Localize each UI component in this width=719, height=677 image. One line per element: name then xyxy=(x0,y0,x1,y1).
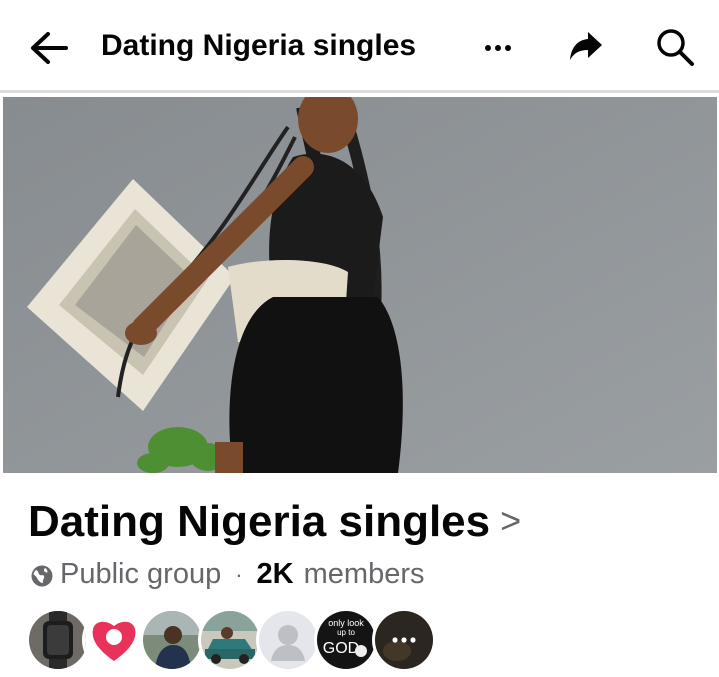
member-count[interactable]: 2K xyxy=(257,558,294,591)
separator-dot: · xyxy=(235,561,243,587)
more-dots-icon-dot-3 xyxy=(410,637,416,643)
members-label[interactable]: members xyxy=(304,558,425,591)
globe-icon xyxy=(30,563,54,587)
group-name-link[interactable]: Dating Nigeria singles > xyxy=(28,497,521,547)
avatar-text-line-1: only look xyxy=(328,618,364,628)
top-app-bar: Dating Nigeria singles xyxy=(0,0,719,93)
privacy-label: Public group xyxy=(60,558,222,590)
search-icon[interactable] xyxy=(654,26,696,68)
cover-photo[interactable] xyxy=(3,97,717,473)
avatar-text-line-2: up to xyxy=(337,628,355,637)
group-name: Dating Nigeria singles xyxy=(28,497,491,546)
member-avatars[interactable]: only look up to GOD xyxy=(26,608,446,672)
avatar-text-line-3: GOD xyxy=(323,640,359,657)
more-dots-icon-dot-1 xyxy=(392,637,398,643)
share-icon[interactable] xyxy=(566,26,606,66)
group-meta: Public group · 2K members xyxy=(30,558,424,591)
avatar-car[interactable] xyxy=(198,608,262,672)
avatar-watch[interactable] xyxy=(26,608,90,672)
more-dots-icon-dot-2 xyxy=(401,637,407,643)
avatar-man-outdoors[interactable] xyxy=(140,608,204,672)
avatar-more[interactable] xyxy=(372,608,436,672)
page-title: Dating Nigeria singles xyxy=(101,29,417,62)
more-dots-icon[interactable] xyxy=(480,36,516,60)
avatar-god-text[interactable]: only look up to GOD xyxy=(314,608,378,672)
avatar-placeholder[interactable] xyxy=(256,608,320,672)
avatar-pink-logo[interactable] xyxy=(82,608,146,672)
chevron-right-icon: > xyxy=(500,500,522,541)
back-arrow-icon[interactable] xyxy=(28,30,70,66)
